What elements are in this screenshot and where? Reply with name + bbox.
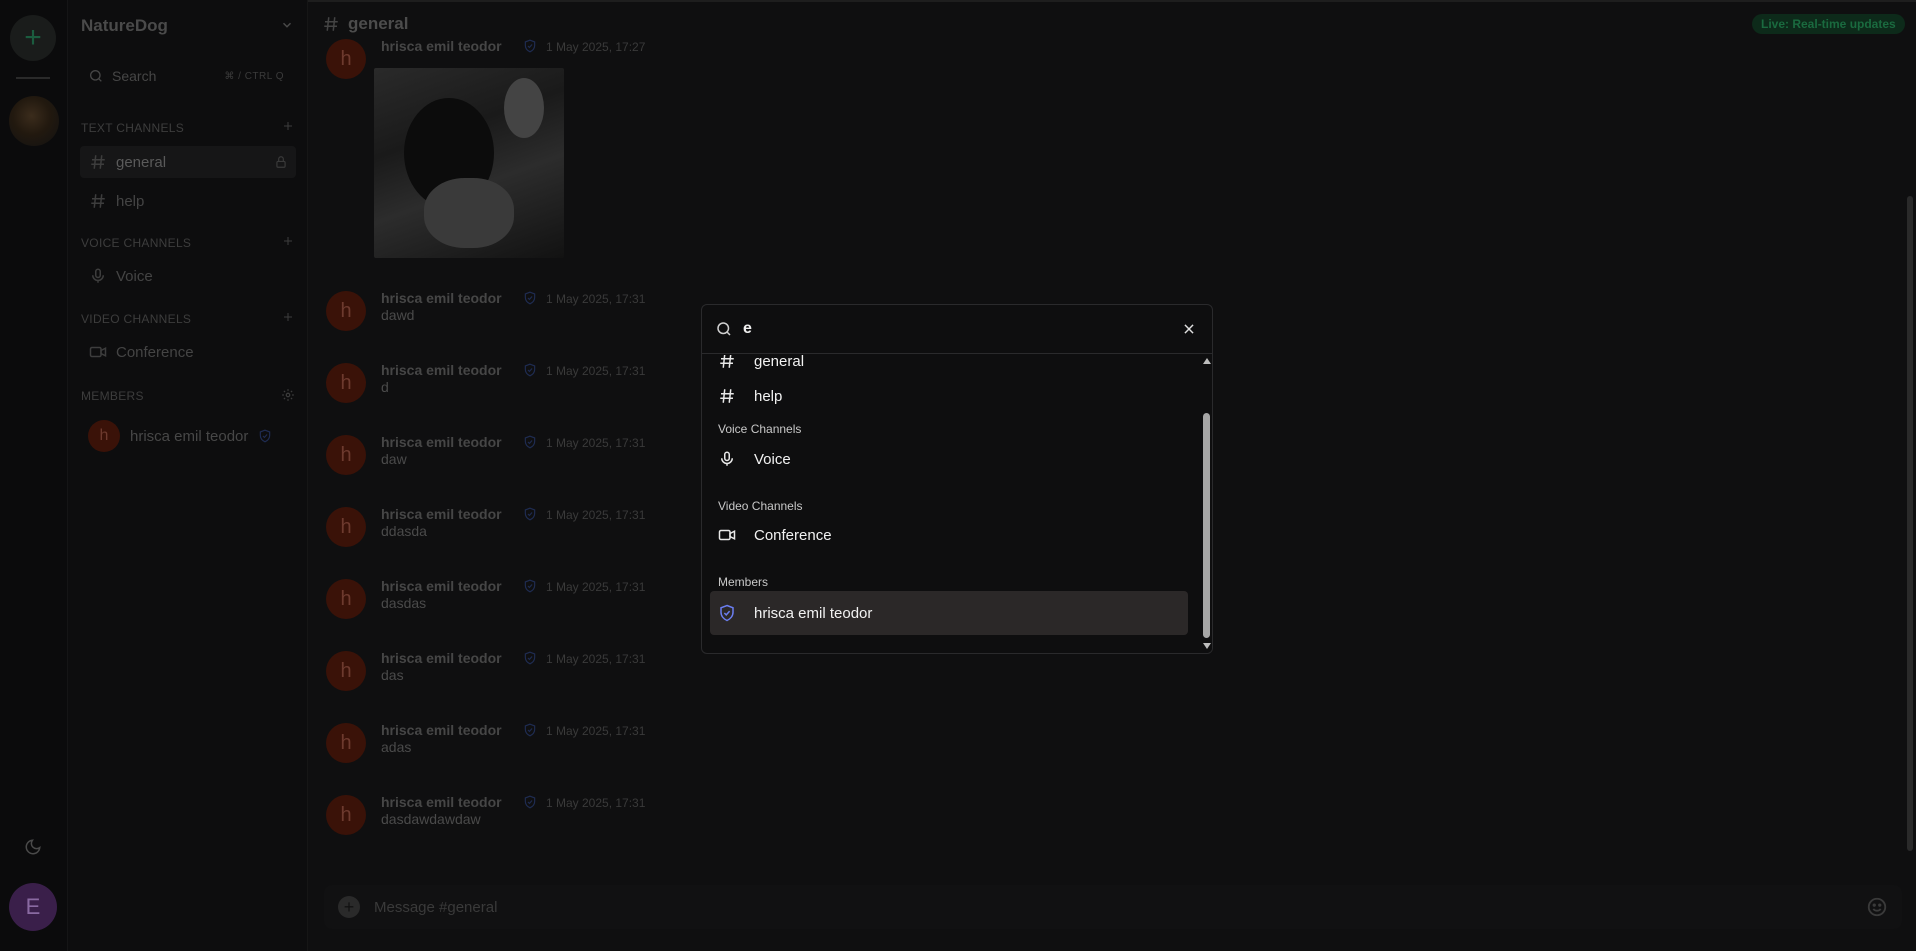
search-icon bbox=[717, 322, 731, 336]
result-label: general bbox=[754, 355, 805, 370]
video-camera-icon bbox=[718, 529, 736, 541]
scrollbar-thumb[interactable] bbox=[1203, 413, 1210, 638]
quick-switcher-results: general help Voice Channels Voice Video … bbox=[702, 355, 1200, 653]
result-label: Voice bbox=[754, 450, 791, 468]
voice-channels-group-heading: Voice Channels bbox=[718, 422, 802, 436]
video-channels-group-heading: Video Channels bbox=[718, 499, 803, 513]
quick-switcher-input[interactable]: e bbox=[743, 320, 752, 338]
scroll-up-arrow-icon[interactable] bbox=[1203, 358, 1211, 364]
results-scrollbar[interactable] bbox=[1201, 355, 1212, 653]
members-group-heading: Members bbox=[718, 575, 769, 589]
app-window: + E NatureDog Search ⌘ / CTRL Q TEXT CHA… bbox=[0, 0, 1916, 951]
result-label: help bbox=[754, 387, 783, 405]
result-member[interactable]: hrisca emil teodor bbox=[710, 591, 1188, 635]
quick-switcher-dialog: e general help Voice Channels Voice Vide… bbox=[701, 304, 1213, 654]
close-icon[interactable] bbox=[1182, 322, 1196, 336]
result-label: Conference bbox=[754, 526, 832, 544]
scroll-down-arrow-icon[interactable] bbox=[1203, 643, 1211, 649]
quick-switcher-search[interactable]: e bbox=[702, 305, 1212, 354]
hash-icon bbox=[720, 355, 734, 368]
microphone-icon bbox=[721, 451, 733, 466]
shield-check-icon bbox=[720, 604, 734, 622]
result-video-channel[interactable]: Conference bbox=[710, 515, 1188, 555]
result-channel-help[interactable]: help bbox=[710, 376, 1188, 416]
result-voice-channel[interactable]: Voice bbox=[710, 439, 1188, 479]
result-label: hrisca emil teodor bbox=[754, 604, 873, 622]
hash-icon bbox=[720, 389, 734, 403]
